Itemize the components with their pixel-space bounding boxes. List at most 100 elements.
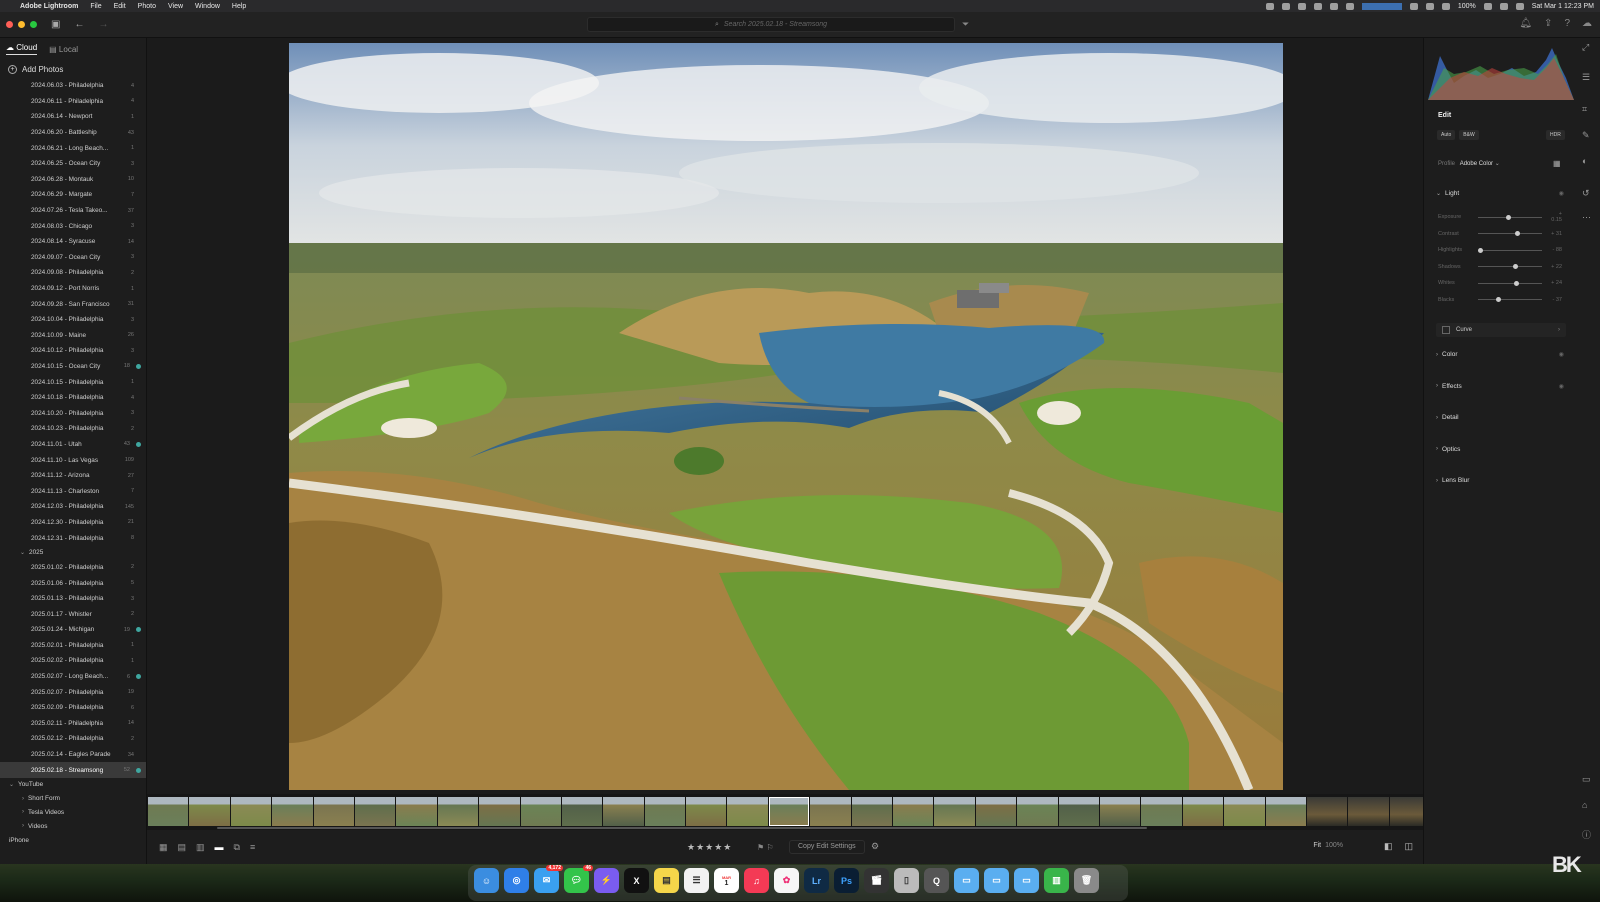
downloads-folder-icon[interactable]: ▭ [1014, 868, 1039, 893]
album-item[interactable]: 2024.06.03 - Philadelphia 4 [0, 78, 146, 94]
search-input[interactable]: ⌕ Search 2025.02.18 - Streamsong [587, 17, 955, 32]
auto-button[interactable]: Auto [1437, 130, 1456, 140]
slider-track[interactable] [1478, 214, 1542, 220]
album-item[interactable]: 2025.01.17 - Whistler 2 [0, 606, 146, 622]
detail-view-icon[interactable]: ▬ [215, 842, 224, 853]
filmstrip-thumbnail[interactable] [1224, 797, 1265, 826]
album-item[interactable]: 2025.02.02 - Philadelphia 1 [0, 653, 146, 669]
battery-percent[interactable]: 100% [1458, 3, 1476, 10]
album-item[interactable]: 2025.02.14 - Eagles Parade 34 [0, 747, 146, 763]
album-item[interactable]: 2025.01.06 - Philadelphia 5 [0, 575, 146, 591]
bw-button[interactable]: B&W [1459, 130, 1479, 140]
album-item[interactable]: 2024.09.07 - Ocean City 3 [0, 250, 146, 266]
documents-folder-icon[interactable]: ▭ [984, 868, 1009, 893]
trash-icon[interactable]: 🗑︎ [1074, 868, 1099, 893]
slider-contrast[interactable]: Contrast + 31 [1438, 229, 1568, 239]
menu-view[interactable]: View [162, 3, 189, 10]
slider-knob[interactable] [1495, 297, 1501, 302]
tag-icon[interactable]: ⌂ [1582, 800, 1587, 810]
profile-selector[interactable]: Profile Adobe Color ⌄ [1438, 160, 1500, 167]
search-spotlight-icon[interactable] [1499, 2, 1508, 10]
gear-icon[interactable]: ⚙ [871, 841, 879, 852]
album-item[interactable]: 2025.01.02 - Philadelphia 2 [0, 560, 146, 576]
album-item[interactable]: 2024.06.29 - Margate 7 [0, 187, 146, 203]
eye-icon[interactable]: ◉ [1559, 383, 1564, 390]
expand-icon[interactable]: ⤢ [1582, 42, 1589, 53]
filmstrip-thumbnail[interactable] [727, 797, 768, 826]
album-item[interactable]: 2024.11.10 - Las Vegas 109 [0, 452, 146, 468]
album-item[interactable]: 2025.02.11 - Philadelphia 14 [0, 716, 146, 732]
zoom-control[interactable]: Fit 100% [1313, 842, 1343, 849]
filmstrip-thumbnail[interactable] [893, 797, 934, 826]
heal-brush-icon[interactable]: ✎ [1582, 130, 1590, 141]
info-icon[interactable]: ⓘ [1582, 828, 1591, 841]
sort-icon[interactable]: ≡ [250, 842, 255, 853]
slider-track[interactable] [1478, 297, 1542, 302]
mask-icon[interactable]: ◐ [1582, 156, 1587, 166]
slider-knob[interactable] [1513, 280, 1519, 286]
filmstrip-thumbnail[interactable] [396, 797, 437, 826]
lightroom-icon[interactable]: Lr [804, 868, 829, 893]
toggle-sidebar-icon[interactable]: ▣ [51, 19, 60, 30]
filmstrip-thumbnail[interactable] [1182, 797, 1224, 826]
tab-cloud[interactable]: ☁︎ Cloud [6, 43, 38, 55]
slider-knob[interactable] [1506, 214, 1512, 220]
album-item[interactable]: 2025.01.13 - Philadelphia 3 [0, 591, 146, 607]
album-item[interactable]: 2024.06.25 - Ocean City 3 [0, 156, 146, 172]
minimize-window-icon[interactable] [18, 21, 25, 28]
cpu-graph-icon[interactable] [1361, 2, 1402, 10]
album-item[interactable]: 2024.11.13 - Charleston 7 [0, 483, 146, 499]
calendar-icon[interactable]: MAR 1 [714, 868, 739, 893]
folder-iphone[interactable]: iPhone [0, 833, 146, 847]
zoom-window-icon[interactable] [30, 21, 37, 28]
slider-blacks[interactable]: Blacks - 37 [1438, 295, 1568, 305]
filmstrip-thumbnail[interactable] [1017, 797, 1058, 826]
slider-exposure[interactable]: Exposure + 0.15 [1438, 211, 1568, 223]
album-item[interactable]: 2025.02.09 - Philadelphia 6 [0, 700, 146, 716]
section-effects[interactable]: › Effects ◉ [1436, 383, 1564, 390]
section-lens-blur[interactable]: › Lens Blur [1436, 477, 1564, 484]
filmstrip-thumbnail[interactable] [437, 797, 479, 826]
status-grid-icon[interactable] [1329, 2, 1338, 10]
status-network-icon[interactable] [1409, 2, 1418, 10]
before-after-icon[interactable]: ◧ [1384, 841, 1393, 852]
album-item[interactable]: 2024.11.01 - Utah 43 [0, 437, 146, 453]
slider-track[interactable] [1478, 280, 1542, 286]
final-cut-icon[interactable]: 🎬︎ [864, 868, 889, 893]
finder-icon[interactable]: ☺ [474, 868, 499, 893]
filmstrip-thumbnail[interactable] [313, 797, 354, 826]
filmstrip-view-icon[interactable]: ▥ [196, 842, 205, 853]
split-view-icon[interactable]: ◫ [1404, 841, 1413, 852]
album-item[interactable]: 2024.10.12 - Philadelphia 3 [0, 343, 146, 359]
filmstrip-thumbnail[interactable] [272, 797, 313, 826]
filmstrip-scrollbar[interactable] [217, 827, 1147, 829]
filmstrip-thumbnail[interactable] [603, 797, 644, 826]
slider-knob[interactable] [1478, 247, 1484, 253]
crop-icon[interactable]: ⌗ [1582, 104, 1587, 115]
profile-browser-icon[interactable]: ▦ [1553, 159, 1561, 168]
copy-edit-settings-button[interactable]: Copy Edit Settings [789, 840, 865, 854]
back-arrow-icon[interactable]: ← [74, 19, 84, 30]
main-photo[interactable] [289, 43, 1283, 790]
more-icon[interactable]: ⋯ [1582, 212, 1591, 223]
menu-edit[interactable]: Edit [108, 3, 132, 10]
slider-track[interactable] [1478, 231, 1542, 236]
curve-button[interactable]: Curve › [1436, 323, 1566, 337]
applications-folder-icon[interactable]: ▭ [954, 868, 979, 893]
comment-icon[interactable]: ▭ [1582, 774, 1591, 785]
album-item[interactable]: 2025.02.01 - Philadelphia 1 [0, 638, 146, 654]
filmstrip-thumbnail[interactable] [1099, 797, 1141, 826]
album-item[interactable]: 2024.07.26 - Tesla Takeo... 37 [0, 203, 146, 219]
square-grid-icon[interactable]: ▦ [159, 842, 168, 853]
slider-knob[interactable] [1515, 231, 1521, 236]
filter-icon[interactable]: ⏷ [962, 19, 969, 30]
menubar-clock[interactable]: Sat Mar 1 12:23 PM [1532, 3, 1594, 10]
tab-local[interactable]: ▤ Local [49, 45, 78, 54]
album-item[interactable]: 2024.12.03 - Philadelphia 145 [0, 499, 146, 515]
cloud-status-icon[interactable]: ☁︎ [1582, 18, 1592, 29]
slideshow-icon[interactable]: ⧉ [234, 842, 240, 853]
section-optics[interactable]: › Optics [1436, 446, 1564, 453]
slider-shadows[interactable]: Shadows + 22 [1438, 262, 1568, 272]
album-item[interactable]: 2025.01.24 - Michigan 19 [0, 622, 146, 638]
filmstrip-thumbnail[interactable] [1058, 797, 1099, 826]
